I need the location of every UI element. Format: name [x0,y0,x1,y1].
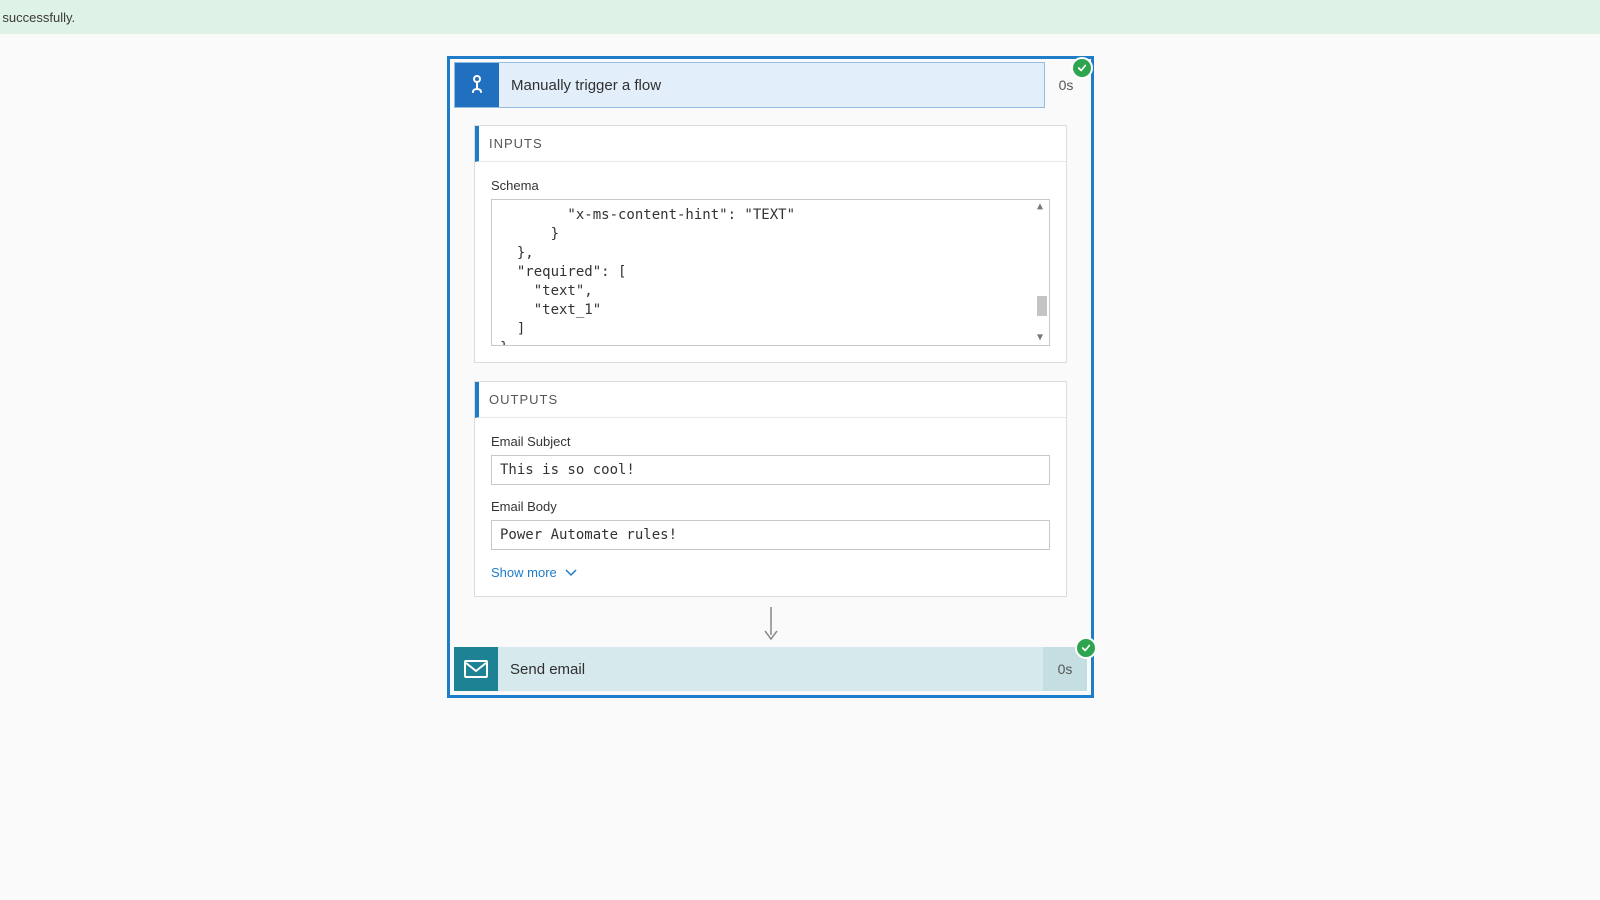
manual-trigger-icon [455,63,499,107]
outputs-panel: OUTPUTS Email Subject This is so cool! E… [474,381,1067,597]
output-field-label: Email Subject [491,434,1050,449]
mail-icon [454,647,498,691]
output-field-label: Email Body [491,499,1050,514]
scroll-up-icon[interactable]: ▲ [1037,202,1043,212]
trigger-title: Manually trigger a flow [499,77,661,94]
trigger-card-body[interactable]: Manually trigger a flow [454,62,1045,108]
trigger-card[interactable]: Manually trigger a flow 0s [454,63,1087,107]
success-banner-text: ran successfully. [0,10,75,25]
send-email-title: Send email [498,661,585,678]
show-more-button[interactable]: Show more [491,565,577,580]
success-banner: ran successfully. [0,0,1600,34]
trigger-duration: 0s [1045,77,1087,93]
outputs-body: Email Subject This is so cool! Email Bod… [475,418,1066,596]
send-email-card[interactable]: Send email 0s [454,647,1087,691]
show-more-label: Show more [491,565,557,580]
output-field-value[interactable]: Power Automate rules! [491,520,1050,550]
schema-code-box[interactable]: "x-ms-content-hint": "TEXT" } }, "requir… [491,199,1050,346]
schema-code-text: "x-ms-content-hint": "TEXT" } }, "requir… [500,207,795,346]
check-icon [1075,637,1097,659]
scrollbar[interactable]: ▲ ▼ [1033,202,1047,343]
flow-connector [450,607,1091,647]
flow-canvas: Manually trigger a flow 0s INPUTS Schema… [447,56,1094,698]
inputs-header: INPUTS [475,126,1066,162]
chevron-down-icon [565,569,577,577]
send-email-body[interactable]: Send email [454,647,1043,691]
check-icon [1071,57,1093,79]
scroll-thumb[interactable] [1037,296,1047,316]
scroll-down-icon[interactable]: ▼ [1037,333,1043,343]
inputs-body: Schema "x-ms-content-hint": "TEXT" } }, … [475,162,1066,362]
schema-label: Schema [491,178,1050,193]
inputs-panel: INPUTS Schema "x-ms-content-hint": "TEXT… [474,125,1067,363]
outputs-header: OUTPUTS [475,382,1066,418]
output-field-value[interactable]: This is so cool! [491,455,1050,485]
